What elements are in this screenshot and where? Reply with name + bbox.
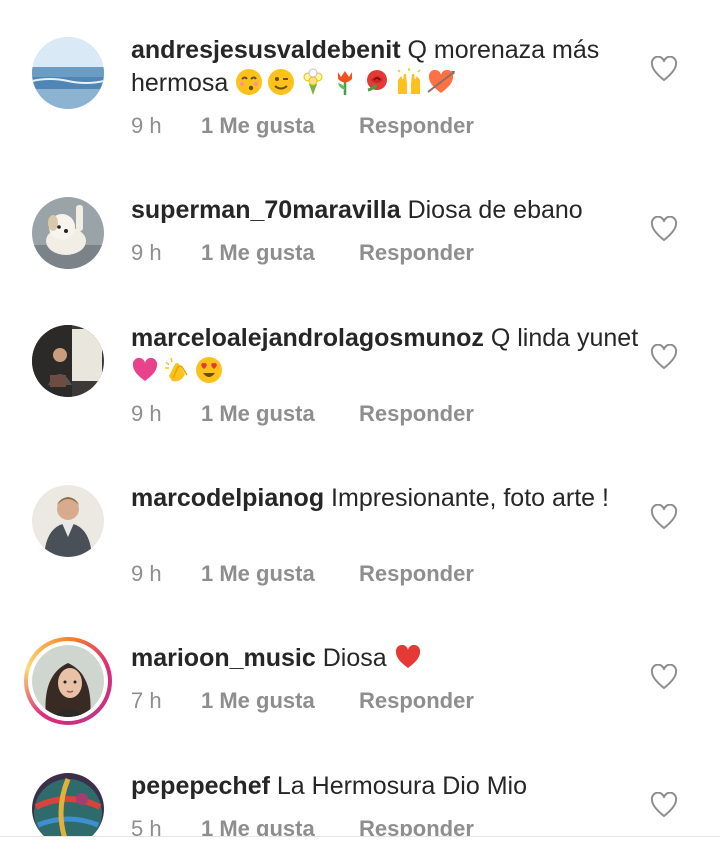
comment-likes[interactable]: 1 Me gusta (201, 238, 359, 268)
like-heart-icon[interactable] (650, 504, 678, 530)
like-heart-icon[interactable] (650, 56, 678, 82)
comment-time: 9 h (131, 240, 162, 265)
avatar[interactable] (32, 325, 104, 397)
comment-text: marceloalejandrolagosmunoz Q linda yunet (131, 322, 641, 388)
comment-username[interactable]: marioon_music (131, 644, 316, 672)
red-heart-emoji (394, 643, 422, 671)
comment-likes[interactable]: 1 Me gusta (201, 111, 359, 141)
kissing-face-emoji (235, 68, 263, 96)
reply-button[interactable]: Responder (359, 401, 474, 426)
comment-username[interactable]: pepepechef (131, 772, 270, 800)
comment-body: Q linda yunet (490, 324, 639, 352)
comment-time: 9 h (131, 113, 162, 138)
comment-item: superman_70maravilla Diosa de ebano 9 h 1… (0, 160, 720, 288)
reply-button[interactable]: Responder (359, 561, 474, 586)
avatar[interactable] (32, 773, 104, 836)
avatar-puppy-image (32, 197, 104, 269)
reply-button[interactable]: Responder (359, 816, 474, 836)
heart-eyes-emoji (195, 356, 223, 384)
avatar-woman-image (32, 645, 104, 717)
comment-username[interactable]: marceloalejandrolagosmunoz (131, 324, 484, 352)
comment-text: marioon_music Diosa (131, 642, 641, 675)
comment-item: pepepechef La Hermosura Dio Mio 5 h 1 Me … (0, 736, 720, 836)
avatar-story-ring[interactable] (24, 637, 112, 725)
comment-body: Diosa de ebano (407, 196, 583, 224)
tulip-emoji (331, 68, 359, 96)
comment-body: Diosa (322, 644, 387, 672)
avatar-beach-image (32, 37, 104, 109)
comment-item: marioon_music Diosa 7 h 1 Me gusta Respond… (0, 608, 720, 736)
comment-username[interactable]: andresjesusvaldebenit (131, 36, 401, 64)
raising-hands-emoji (395, 68, 423, 96)
comment-meta: 5 h 1 Me gusta Responder (131, 814, 474, 836)
comment-time: 9 h (131, 401, 162, 426)
like-heart-icon[interactable] (650, 216, 678, 242)
winking-face-emoji (267, 68, 295, 96)
reply-button[interactable]: Responder (359, 113, 474, 138)
like-heart-icon[interactable] (650, 664, 678, 690)
reply-button[interactable]: Responder (359, 240, 474, 265)
comment-item: marcodelpianog Impresionante, foto arte … (0, 448, 720, 608)
bouquet-emoji (299, 68, 327, 96)
comment-likes[interactable]: 1 Me gusta (201, 559, 359, 589)
comment-likes[interactable]: 1 Me gusta (201, 686, 359, 716)
comment-text: superman_70maravilla Diosa de ebano (131, 194, 641, 227)
heart-arrow-emoji (427, 68, 456, 96)
avatar-ring-gap (28, 641, 108, 721)
comment-meta: 9 h 1 Me gusta Responder (131, 399, 474, 429)
clapping-hands-emoji (163, 356, 191, 384)
avatar[interactable] (32, 197, 104, 269)
comment-text: marcodelpianog Impresionante, foto arte … (131, 482, 641, 515)
comment-item: marceloalejandrolagosmunoz Q linda yunet… (0, 288, 720, 448)
bottom-bar (0, 837, 720, 856)
rose-emoji (363, 68, 391, 96)
comment-meta: 7 h 1 Me gusta Responder (131, 686, 474, 716)
avatar (32, 645, 104, 717)
comment-likes[interactable]: 1 Me gusta (201, 399, 359, 429)
comment-likes[interactable]: 1 Me gusta (201, 814, 359, 836)
comment-username[interactable]: superman_70maravilla (131, 196, 401, 224)
avatar-ball-image (32, 773, 104, 836)
comment-body: Impresionante, foto arte ! (331, 484, 609, 512)
comment-item: andresjesusvaldebenit Q morenaza más her… (0, 0, 720, 160)
comment-time: 9 h (131, 561, 162, 586)
comment-meta: 9 h 1 Me gusta Responder (131, 238, 474, 268)
reply-button[interactable]: Responder (359, 688, 474, 713)
comment-meta: 9 h 1 Me gusta Responder (131, 111, 474, 141)
avatar-man-image (32, 485, 104, 557)
avatar[interactable] (32, 485, 104, 557)
pink-heart-emoji (131, 356, 159, 384)
comment-text: andresjesusvaldebenit Q morenaza más her… (131, 34, 641, 100)
like-heart-icon[interactable] (650, 344, 678, 370)
comment-body: La Hermosura Dio Mio (276, 772, 527, 800)
avatar-person-image (32, 325, 104, 397)
comment-time: 7 h (131, 688, 162, 713)
avatar[interactable] (32, 37, 104, 109)
comment-time: 5 h (131, 816, 162, 836)
comment-meta: 9 h 1 Me gusta Responder (131, 559, 474, 589)
comment-username[interactable]: marcodelpianog (131, 484, 324, 512)
comment-text: pepepechef La Hermosura Dio Mio (131, 770, 641, 803)
like-heart-icon[interactable] (650, 792, 678, 818)
